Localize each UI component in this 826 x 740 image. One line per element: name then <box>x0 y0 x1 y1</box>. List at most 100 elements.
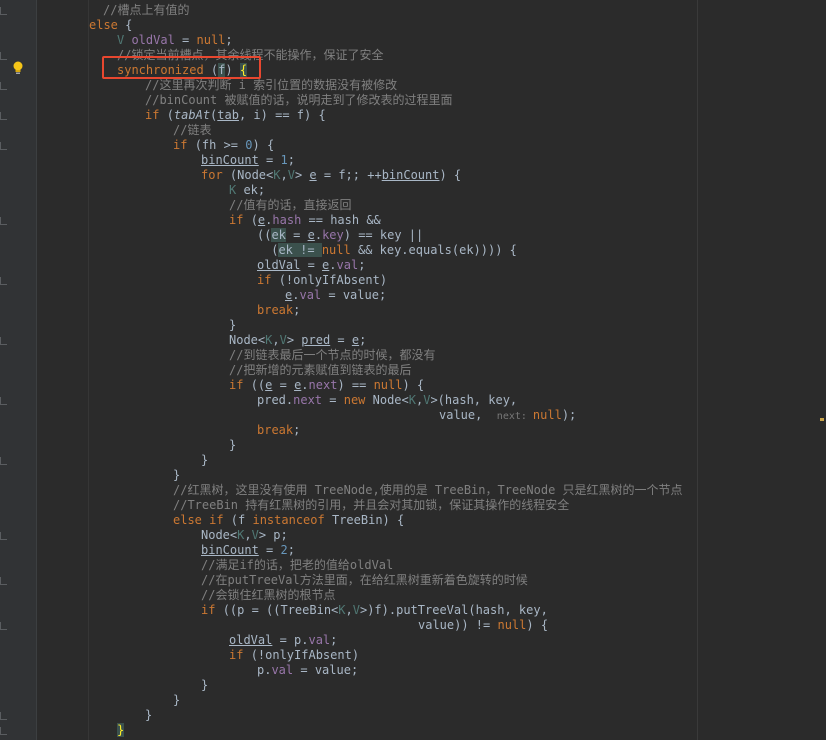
fold-marker-icon[interactable] <box>0 532 7 540</box>
code-line[interactable]: pred.next = new Node<K,V>(hash, key, <box>257 393 517 408</box>
code-token: ; <box>225 33 233 47</box>
code-line[interactable]: if ((p = ((TreeBin<K,V>)f).putTreeVal(ha… <box>201 603 548 618</box>
fold-marker-icon[interactable] <box>0 217 7 225</box>
code-token: Node< <box>229 333 266 347</box>
code-token: == hash && <box>301 213 381 227</box>
code-line[interactable]: } <box>201 453 208 468</box>
code-token: } <box>173 693 181 707</box>
code-token: 2 <box>280 543 288 557</box>
code-line[interactable]: if ((e = e.next) == null) { <box>229 378 424 393</box>
code-line[interactable]: if (tabAt(tab, i) == f) { <box>145 108 326 123</box>
code-line[interactable]: oldVal = e.val; <box>257 258 365 273</box>
code-token: >(hash, key, <box>430 393 518 407</box>
fold-marker-icon[interactable] <box>0 277 7 285</box>
code-line[interactable]: //链表 <box>173 123 211 138</box>
scrollbar-warning-marker[interactable] <box>820 418 824 421</box>
code-line[interactable]: //会锁住红黑树的根节点 <box>201 588 335 603</box>
code-line[interactable]: } <box>201 678 208 693</box>
code-token: (Node< <box>229 168 274 182</box>
code-line[interactable]: } <box>173 693 180 708</box>
code-token: = <box>258 543 281 557</box>
code-line[interactable]: break; <box>257 303 300 318</box>
code-line[interactable]: //到链表最后一个节点的时候，都没有 <box>229 348 435 363</box>
code-token: //会锁住红黑树的根节点 <box>201 588 336 602</box>
fold-marker-icon[interactable] <box>0 577 7 585</box>
code-line[interactable]: binCount = 1; <box>201 153 295 168</box>
code-line[interactable]: binCount = 2; <box>201 543 295 558</box>
fold-marker-icon[interactable] <box>0 337 7 345</box>
code-editor[interactable]: //槽点上有值的 else {V oldVal = null;//锁定当前槽点，其… <box>0 0 826 740</box>
fold-marker-icon[interactable] <box>0 622 7 630</box>
code-token: tab <box>217 108 239 122</box>
fold-marker-icon[interactable] <box>0 727 7 735</box>
code-token: pred. <box>257 393 294 407</box>
code-token: oldVal <box>131 33 175 47</box>
code-token: , <box>272 333 280 347</box>
vertical-scrollbar[interactable] <box>818 0 826 740</box>
code-line[interactable]: if (e.hash == hash && <box>229 213 381 228</box>
code-line[interactable]: if (fh >= 0) { <box>173 138 274 153</box>
code-line[interactable]: Node<K,V> p; <box>201 528 288 543</box>
code-token: && key.equals(ek)))) { <box>350 243 517 257</box>
code-token: binCount <box>381 168 440 182</box>
code-token: (!onlyIfAbsent) <box>250 648 360 662</box>
code-token: (fh >= <box>194 138 246 152</box>
code-line[interactable]: //binCount 被赋值的话，说明走到了修改表的过程里面 <box>145 93 452 108</box>
code-line[interactable]: (ek != null && key.equals(ek)))) { <box>264 243 517 258</box>
code-line[interactable]: } <box>173 468 180 483</box>
intention-bulb-icon[interactable] <box>12 61 24 75</box>
code-line[interactable]: Node<K,V> pred = e; <box>229 333 366 348</box>
code-line[interactable]: //TreeBin 持有红黑树的引用，并且会对其加锁，保证其操作的线程安全 <box>173 498 569 513</box>
code-token: ; <box>293 423 301 437</box>
code-token: . <box>314 228 323 242</box>
fold-marker-icon[interactable] <box>0 7 7 15</box>
fold-marker-icon[interactable] <box>0 397 7 405</box>
fold-marker-icon[interactable] <box>0 712 7 720</box>
code-token: K <box>273 168 281 182</box>
code-line[interactable]: ((ek = e.key) == key || <box>257 228 423 243</box>
code-line[interactable]: oldVal = p.val; <box>229 633 337 648</box>
code-line[interactable]: if (!onlyIfAbsent) <box>257 273 387 288</box>
code-token: > <box>294 168 310 182</box>
code-token: binCount <box>201 153 259 167</box>
code-line[interactable]: //红黑树，这里没有使用 TreeNode,使用的是 TreeBin，TreeN… <box>173 483 683 498</box>
code-line[interactable]: else { <box>89 18 132 33</box>
code-line[interactable]: V oldVal = null; <box>117 33 233 48</box>
fold-marker-icon[interactable] <box>0 457 7 465</box>
code-token: value)) != <box>418 618 498 632</box>
code-token: val <box>299 288 322 302</box>
code-token: //把新增的元素赋值到链表的最后 <box>229 363 412 377</box>
code-token: ; <box>287 543 295 557</box>
code-line[interactable]: } <box>145 708 152 723</box>
code-line[interactable]: //满足if的话，把老的值给oldVal <box>201 558 393 573</box>
code-line[interactable]: value, next: null); <box>439 408 576 423</box>
fold-marker-icon[interactable] <box>0 82 7 90</box>
code-line[interactable]: else if (f instanceof TreeBin) { <box>173 513 404 528</box>
code-token: { <box>125 18 133 32</box>
code-token: if <box>257 273 279 287</box>
synchronized-highlight-box <box>102 56 261 79</box>
code-line[interactable]: //把新增的元素赋值到链表的最后 <box>229 363 411 378</box>
fold-marker-icon[interactable] <box>0 52 7 60</box>
code-line[interactable]: value)) != null) { <box>418 618 548 633</box>
fold-marker-icon[interactable] <box>0 142 7 150</box>
code-token: = <box>272 378 295 392</box>
code-line[interactable]: p.val = value; <box>257 663 358 678</box>
code-line[interactable]: } <box>117 723 125 738</box>
code-line[interactable]: //槽点上有值的 <box>103 3 189 18</box>
code-line[interactable]: if (!onlyIfAbsent) <box>229 648 359 663</box>
code-line[interactable]: } <box>229 318 236 333</box>
code-token: = <box>330 333 352 347</box>
code-token: } <box>229 438 237 452</box>
code-line[interactable]: for (Node<K,V> e = f;; ++binCount) { <box>201 168 461 183</box>
code-line[interactable]: K ek; <box>229 183 265 198</box>
fold-marker-icon[interactable] <box>0 112 7 120</box>
code-line[interactable]: break; <box>257 423 300 438</box>
code-line[interactable]: //这里再次判断 i 索引位置的数据没有被修改 <box>145 78 397 93</box>
code-line[interactable]: //值有的话，直接返回 <box>229 198 351 213</box>
code-token: key <box>322 228 344 242</box>
code-line[interactable]: //在putTreeVal方法里面，在给红黑树重新着色旋转的时候 <box>201 573 528 588</box>
code-line[interactable]: e.val = value; <box>285 288 386 303</box>
code-token: break <box>257 303 294 317</box>
code-line[interactable]: } <box>229 438 236 453</box>
